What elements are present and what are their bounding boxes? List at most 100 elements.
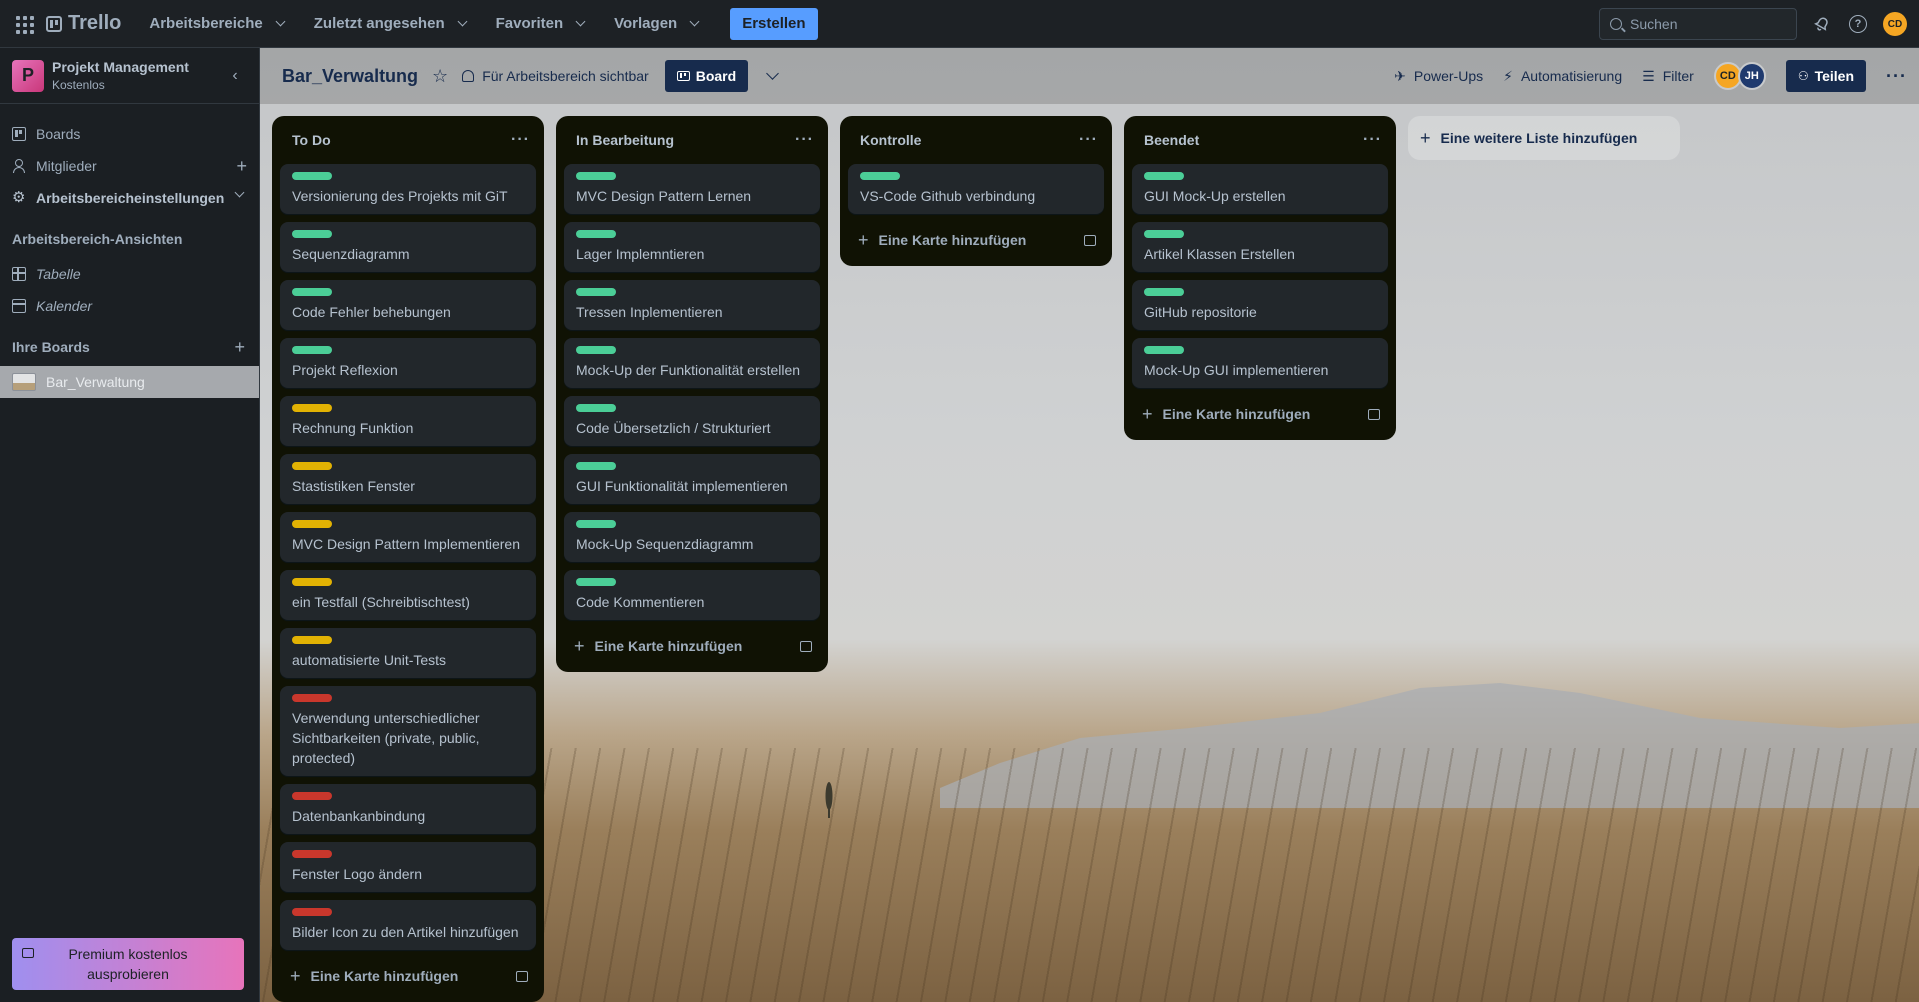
workspace-visibility-icon [462,70,475,82]
search-input[interactable]: Suchen [1599,8,1797,40]
menu-starred[interactable]: Favoriten [488,8,593,40]
sidebar-item-label: Mitglieder [36,158,97,174]
chevron-down-icon [275,16,286,27]
card-label-green [576,404,616,412]
list-header[interactable]: In Bearbeitung ··· [556,124,828,156]
card-template-icon[interactable] [800,640,812,652]
app-switcher-icon[interactable] [12,12,36,36]
card[interactable]: Mock-Up GUI implementieren [1132,338,1388,388]
card[interactable]: MVC Design Pattern Lernen [564,164,820,214]
card[interactable]: Fenster Logo ändern [280,842,536,892]
automation-button[interactable]: ⚡ Automatisierung [1503,68,1622,85]
card[interactable]: Code Übersetzlich / Strukturiert [564,396,820,446]
card[interactable]: Sequenzdiagramm [280,222,536,272]
add-board-icon[interactable]: + [234,337,245,358]
card-template-icon[interactable] [516,970,528,982]
card-title: Tressen Inplementieren [576,304,723,320]
top-navigation: Trello Arbeitsbereiche Zuletzt angesehen… [0,0,1919,48]
filter-label: Filter [1662,68,1694,84]
filter-button[interactable]: ☰ Filter [1642,68,1694,85]
card-title: Verwendung unterschiedlicher Sichtbarkei… [292,710,480,766]
card-label-yellow [292,462,332,470]
trello-logo[interactable]: Trello [46,12,121,35]
card[interactable]: Versionierung des Projekts mit GiT [280,164,536,214]
list-header[interactable]: Beendet ··· [1124,124,1396,156]
premium-trial-button[interactable]: Premium kostenlos ausprobieren [12,938,244,990]
card[interactable]: Stastistiken Fenster [280,454,536,504]
collapse-sidebar-icon[interactable]: ‹ [223,67,247,85]
card-template-icon[interactable] [1084,234,1096,246]
card[interactable]: Code Fehler behebungen [280,280,536,330]
list-header[interactable]: Kontrolle ··· [840,124,1112,156]
add-member-icon[interactable]: + [236,156,247,177]
card-container: VS-Code Github verbindung [840,164,1112,214]
card-title: Lager Implemntieren [576,246,705,262]
card-title: Mock-Up GUI implementieren [1144,362,1329,378]
star-icon[interactable]: ☆ [432,66,448,87]
more-options-icon[interactable]: ··· [1886,66,1907,87]
board-view-button[interactable]: Board [664,60,749,92]
view-switcher-button[interactable] [760,64,784,88]
card[interactable]: GitHub repositorie [1132,280,1388,330]
chevron-down-icon [234,187,245,198]
plus-icon: + [290,965,301,986]
card[interactable]: Datenbankanbindung [280,784,536,834]
card[interactable]: Mock-Up Sequenzdiagramm [564,512,820,562]
add-card-button[interactable]: + Eine Karte hinzufügen [272,958,544,994]
list-header[interactable]: To Do ··· [272,124,544,156]
card[interactable]: automatisierte Unit-Tests [280,628,536,678]
card[interactable]: Rechnung Funktion [280,396,536,446]
list-menu-icon[interactable]: ··· [1079,131,1098,149]
card[interactable]: Lager Implemntieren [564,222,820,272]
card[interactable]: Verwendung unterschiedlicher Sichtbarkei… [280,686,536,776]
sidebar-item-boards[interactable]: Boards [0,118,259,150]
menu-templates[interactable]: Vorlagen [606,8,706,40]
powerups-button[interactable]: ✈ Power-Ups [1394,68,1483,85]
sidebar: P Projekt Management Kostenlos ‹ Boards … [0,48,260,1002]
card[interactable]: VS-Code Github verbindung [848,164,1104,214]
card-title: ein Testfall (Schreibtischtest) [292,594,470,610]
list-menu-icon[interactable]: ··· [511,131,530,149]
card[interactable]: Mock-Up der Funktionalität erstellen [564,338,820,388]
card[interactable]: Code Kommentieren [564,570,820,620]
sidebar-board-item[interactable]: Bar_Verwaltung [0,366,259,398]
card[interactable]: GUI Funktionalität implementieren [564,454,820,504]
card[interactable]: MVC Design Pattern Implementieren [280,512,536,562]
add-card-button[interactable]: + Eine Karte hinzufügen [840,222,1112,258]
visibility-button[interactable]: Für Arbeitsbereich sichtbar [462,68,649,84]
card-title: GUI Funktionalität implementieren [576,478,788,494]
menu-workspaces[interactable]: Arbeitsbereiche [141,8,291,40]
menu-recent[interactable]: Zuletzt angesehen [306,8,474,40]
notifications-icon[interactable] [1811,13,1833,35]
add-card-button[interactable]: + Eine Karte hinzufügen [1124,396,1396,432]
list-menu-icon[interactable]: ··· [795,131,814,149]
card[interactable]: Bilder Icon zu den Artikel hinzufügen [280,900,536,950]
board-view-label: Board [695,68,737,84]
sidebar-item-table[interactable]: Tabelle [0,258,259,290]
add-card-label: Eine Karte hinzufügen [1162,406,1311,422]
card[interactable]: GUI Mock-Up erstellen [1132,164,1388,214]
add-list-button[interactable]: + Eine weitere Liste hinzufügen [1408,116,1680,160]
card[interactable]: Tressen Inplementieren [564,280,820,330]
add-card-label: Eine Karte hinzufügen [878,232,1027,248]
share-button[interactable]: ⚇ Teilen [1785,60,1867,92]
card-title: Code Fehler behebungen [292,304,451,320]
board-title[interactable]: Bar_Verwaltung [272,66,428,87]
card-title: Sequenzdiagramm [292,246,410,262]
sidebar-item-settings[interactable]: ⚙ Arbeitsbereicheinstellungen [0,182,259,214]
card-template-icon[interactable] [1368,408,1380,420]
card-label-green [292,230,332,238]
create-button[interactable]: Erstellen [730,7,818,40]
card-title: Versionierung des Projekts mit GiT [292,188,508,204]
list-menu-icon[interactable]: ··· [1363,131,1382,149]
card-title: Projekt Reflexion [292,362,398,378]
sidebar-item-members[interactable]: Mitglieder + [0,150,259,182]
add-card-button[interactable]: + Eine Karte hinzufügen [556,628,828,664]
member-avatar[interactable]: JH [1737,62,1766,90]
sidebar-item-calendar[interactable]: Kalender [0,290,259,322]
card[interactable]: Projekt Reflexion [280,338,536,388]
help-button[interactable]: ? [1847,13,1869,35]
card[interactable]: Artikel Klassen Erstellen [1132,222,1388,272]
user-avatar[interactable]: CD [1883,12,1907,36]
card[interactable]: ein Testfall (Schreibtischtest) [280,570,536,620]
